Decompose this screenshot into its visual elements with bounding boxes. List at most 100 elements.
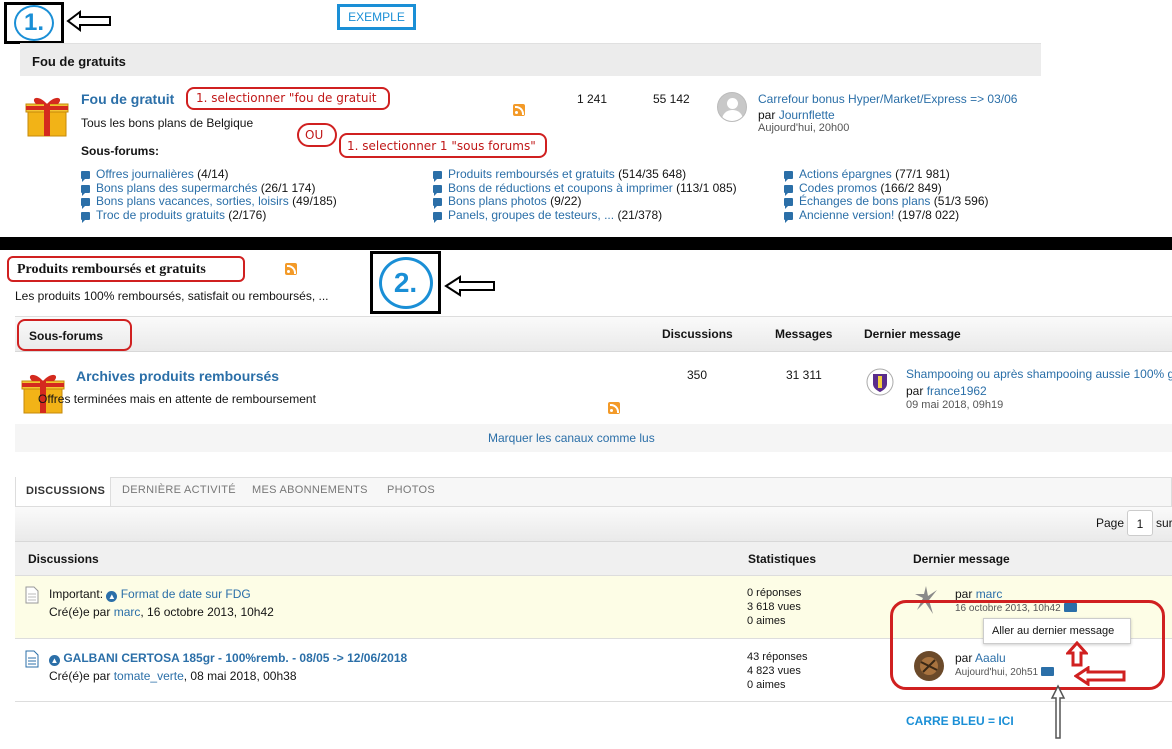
document-icon (25, 650, 39, 668)
subforum-count: (197/8 022) (897, 208, 960, 222)
subforum-link[interactable]: Produits remboursés et gratuits (448, 167, 615, 181)
club-logo-icon[interactable] (866, 368, 894, 396)
subforum-count: (9/22) (550, 194, 582, 208)
row1-prefix: Important: (49, 587, 104, 601)
forum-last-by-prefix: par (758, 108, 776, 122)
section-description: Les produits 100% remboursés, satisfait … (15, 289, 329, 303)
subforum-link[interactable]: Troc de produits gratuits (96, 208, 225, 222)
subforum-link[interactable]: Panels, groupes de testeurs, ... (448, 208, 614, 222)
archive-last-title-link[interactable]: Shampooing ou après shampooing aussie 10… (906, 367, 1172, 381)
list-item: Ancienne version! (197/8 022) (784, 208, 960, 223)
tab-photos[interactable]: PHOTOS (387, 484, 435, 496)
pager-input[interactable]: 1 (1127, 510, 1153, 536)
arrow-left-icon (444, 275, 495, 297)
list-item: Actions épargnes (77/1 981) (784, 167, 950, 182)
annotation-carre-bleu: CARRE BLEU = ICI (906, 714, 1014, 728)
step1-circle: 1. (14, 5, 54, 41)
forum-last-by-link[interactable]: Journflette (779, 108, 835, 122)
tab-discussions[interactable]: DISCUSSIONS (16, 477, 111, 507)
rss-icon[interactable] (513, 104, 525, 116)
archive-messages-count: 31 311 (786, 368, 822, 382)
annotation-select-fou: 1. selectionner "fou de gratuit (186, 87, 390, 110)
document-icon (25, 586, 39, 604)
avatar[interactable] (717, 92, 747, 122)
step1-label: 1. (23, 9, 44, 36)
section-title: Produits remboursés et gratuits (17, 262, 206, 277)
list-item: Panels, groupes de testeurs, ... (21/378… (433, 208, 663, 223)
mark-read-link[interactable]: Marquer les canaux comme lus (488, 431, 655, 445)
row1-replies: 0 réponses (747, 587, 802, 599)
row1-last-by-prefix: par (955, 587, 973, 601)
forum-title-link[interactable]: Fou de gratuit (81, 91, 174, 107)
subforum-link[interactable]: Bons plans vacances, sorties, loisirs (96, 194, 289, 208)
archive-last-by-link[interactable]: france1962 (927, 384, 987, 398)
tab-derniere-activite[interactable]: DERNIÈRE ACTIVITÉ (122, 484, 236, 496)
list-item: Bons plans photos (9/22) (433, 194, 582, 209)
row1-title-link[interactable]: Format de date sur FDG (121, 587, 251, 601)
forum-last-title-link[interactable]: Carrefour bonus Hyper/Market/Express => … (758, 92, 1017, 106)
pager-label: Page (1096, 516, 1125, 530)
subforum-link[interactable]: Bons de réductions et coupons à imprimer (448, 181, 673, 195)
speech-bubble-icon (81, 198, 90, 209)
archive-last-by: par france1962 (906, 384, 987, 398)
forum-messages-count: 55 142 (653, 92, 690, 106)
subforum-link[interactable]: Ancienne version! (799, 208, 894, 222)
row1-title-line: Important: ▲ Format de date sur FDG (49, 587, 251, 602)
sticky-icon: ▲ (49, 655, 60, 666)
annotation-sous-forums: Sous-forums (17, 319, 132, 351)
forum-description: Tous les bons plans de Belgique (81, 116, 254, 130)
speech-bubble-icon (433, 198, 442, 209)
list-item: Offres journalières (4/14) (81, 167, 229, 182)
subforum-count: (514/35 648) (618, 167, 687, 181)
header-subforums: Sous-forums (29, 329, 104, 343)
archive-last-by-prefix: par (906, 384, 924, 398)
subforum-link[interactable]: Échanges de bons plans (799, 194, 930, 208)
speech-bubble-icon (784, 198, 793, 209)
annotation-select-fou-text: 1. selectionner "fou de gratuit (196, 91, 377, 105)
speech-bubble-icon (784, 212, 793, 223)
speech-bubble-icon (784, 171, 793, 182)
subforum-count: (166/2 849) (880, 181, 942, 195)
step1-box: 1. (4, 2, 64, 44)
list-item: Troc de produits gratuits (2/176) (81, 208, 267, 223)
archive-title-link[interactable]: Archives produits remboursés (76, 368, 279, 384)
speech-bubble-icon (784, 185, 793, 196)
row2-author-link[interactable]: tomate_verte (114, 669, 184, 683)
subforum-link[interactable]: Offres journalières (96, 167, 194, 181)
row1-created-date: , 16 octobre 2013, 10h42 (140, 605, 274, 619)
forum-last-time: Aujourd'hui, 20h00 (758, 122, 850, 134)
speech-bubble-icon (433, 212, 442, 223)
step2-label: 2. (393, 266, 418, 298)
list-header-discussions: Discussions (28, 552, 99, 566)
row2-replies: 43 réponses (747, 651, 808, 663)
speech-bubble-icon (81, 212, 90, 223)
row1-last-by-link[interactable]: marc (976, 587, 1003, 601)
header-messages: Messages (775, 327, 833, 341)
arrow-up-icon (1066, 641, 1088, 667)
subforum-link[interactable]: Codes promos (799, 181, 877, 195)
annotation-select-sous-text: 1. selectionner 1 "sous forums" (347, 139, 536, 153)
subforum-link[interactable]: Bons plans photos (448, 194, 547, 208)
subforum-count: (21/378) (617, 208, 663, 222)
subforum-count: (2/176) (228, 208, 267, 222)
list-item: Bons plans des supermarchés (26/1 174) (81, 181, 315, 196)
rss-icon[interactable] (608, 402, 620, 414)
header-last-message: Dernier message (864, 327, 961, 341)
subforums-table-header (15, 316, 1172, 352)
subforum-count: (113/1 085) (676, 181, 737, 195)
speech-bubble-icon (433, 171, 442, 182)
rss-icon[interactable] (285, 263, 297, 275)
row1-created-prefix: Cré(é)e par (49, 605, 111, 619)
arrow-left-icon (1074, 666, 1126, 686)
tab-mes-abonnements[interactable]: MES ABONNEMENTS (252, 484, 368, 496)
row2-title-link[interactable]: GALBANI CERTOSA 185gr - 100%remb. - 08/0… (63, 651, 407, 665)
row2-created-date: , 08 mai 2018, 00h38 (183, 669, 297, 683)
row1-created: Cré(é)e par marc, 16 octobre 2013, 10h42 (49, 605, 274, 619)
step2-circle: 2. (378, 256, 433, 309)
row2-created-prefix: Cré(é)e par (49, 669, 111, 683)
row1-author-link[interactable]: marc (114, 605, 141, 619)
subforum-link[interactable]: Actions épargnes (799, 167, 892, 181)
subforum-link[interactable]: Bons plans des supermarchés (96, 181, 257, 195)
subforum-count: (77/1 981) (895, 167, 950, 181)
sticky-icon: ▲ (106, 591, 118, 602)
